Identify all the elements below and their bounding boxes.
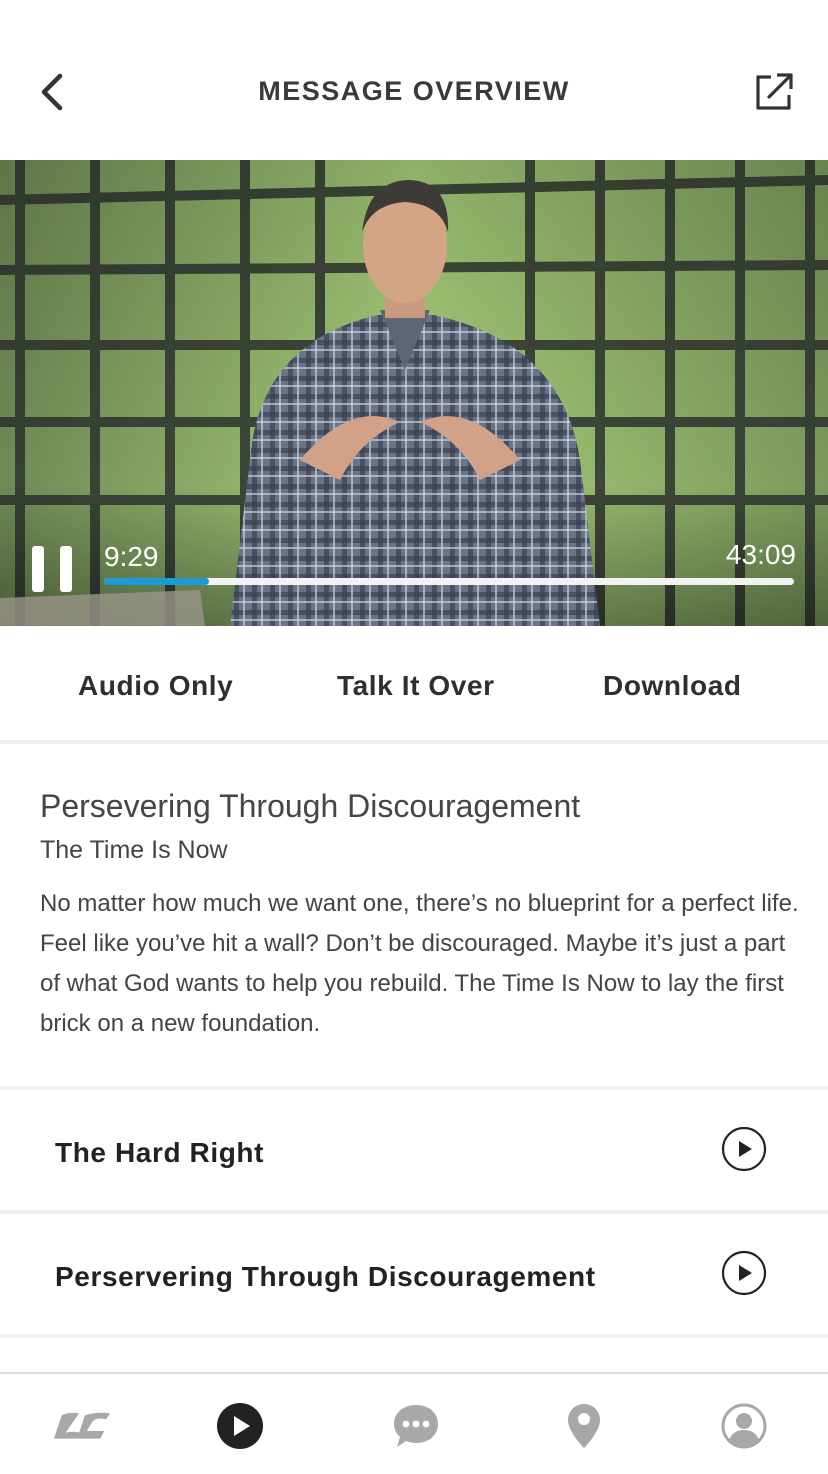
page-title: MESSAGE OVERVIEW [258,76,570,106]
share-button[interactable] [748,66,800,118]
tab-locations[interactable] [554,1398,614,1454]
list-item[interactable]: Perservering Through Discouragement [0,1214,828,1334]
talk-it-over-button[interactable]: Talk It Over [337,670,495,702]
list-item-label: The Hard Right [55,1137,265,1168]
external-share-icon [756,73,793,110]
total-time: 43:09 [725,539,796,570]
user-profile-icon [721,1403,767,1449]
progress-fill [104,578,209,585]
header: MESSAGE OVERVIEW [0,0,828,160]
audio-only-button[interactable]: Audio Only [78,670,233,702]
message-title: Persevering Through Discouragement [40,788,581,824]
chat-bubble-icon [394,1405,438,1447]
video-player[interactable]: 9:29 43:09 [0,160,828,626]
tab-watch[interactable] [210,1398,270,1454]
tab-chat[interactable] [386,1398,446,1454]
list-item-label: Perservering Through Discouragement [55,1261,596,1292]
location-pin-icon [568,1404,600,1448]
tab-profile[interactable] [714,1398,774,1454]
progress-bar[interactable] [104,578,794,585]
play-icon [217,1403,263,1449]
list-item[interactable]: The Hard Right [0,1090,828,1210]
message-series: The Time Is Now [40,836,228,864]
play-circle-icon [721,1126,767,1172]
download-button[interactable]: Download [603,670,742,702]
actions-row: Audio Only Talk It Over Download [0,626,828,740]
divider [0,1334,828,1338]
message-description: No matter how much we want one, there’s … [40,890,799,1037]
play-circle-icon [721,1250,767,1296]
current-time: 9:29 [104,541,159,572]
divider [0,740,828,744]
tab-bar [0,1372,828,1474]
tab-home[interactable] [52,1398,112,1454]
lc-logo-icon [53,1412,111,1439]
pause-button[interactable] [28,542,78,598]
